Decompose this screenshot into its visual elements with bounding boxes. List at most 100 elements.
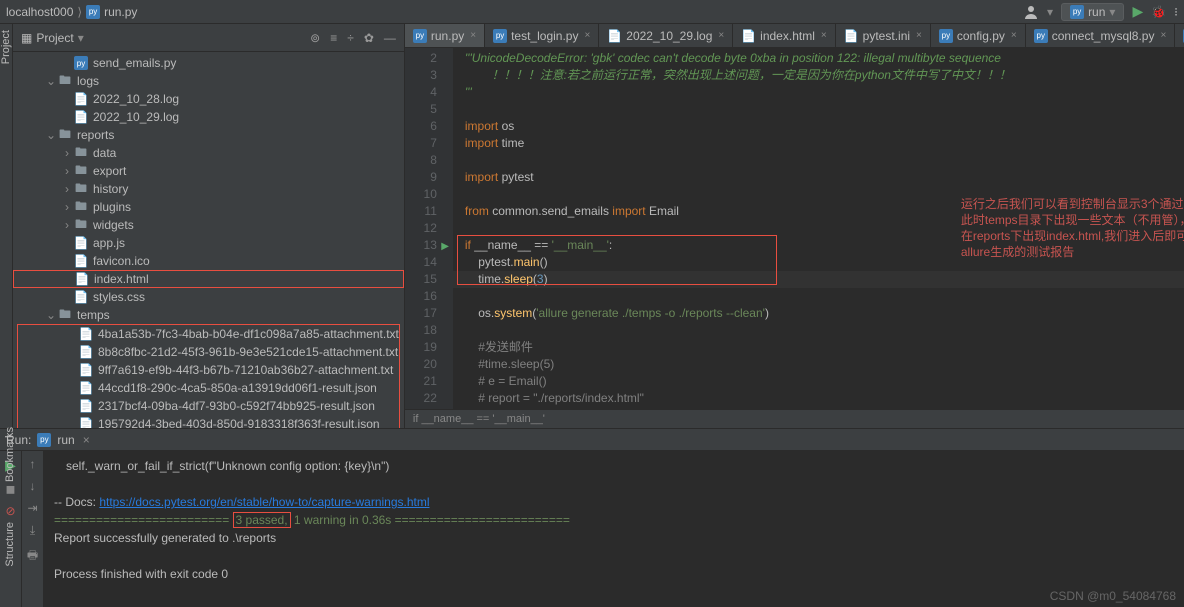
code-editor[interactable]: 运行之后我们可以看到控制台显示3个通过，同时此时temps目录下出现一些文本（不…	[453, 48, 1184, 409]
highlight-box	[457, 235, 777, 285]
code-line[interactable]: os.system('allure generate ./temps -o ./…	[453, 305, 1184, 322]
editor-tab[interactable]: pytest_login.py×	[485, 24, 599, 47]
run-config-name: run	[57, 433, 74, 447]
structure-tab[interactable]: Structure	[4, 522, 16, 567]
tree-folder[interactable]: ⌄🖿logs	[13, 72, 404, 90]
top-toolbar: localhost000 ⟩ py run.py ▾ py run ▾ ▶ 🐞 …	[0, 0, 1184, 24]
tree-folder[interactable]: ›🖿widgets	[13, 216, 404, 234]
tree-file[interactable]: 📄app.js	[13, 234, 404, 252]
tree-file[interactable]: 📄4ba1a53b-7fc3-4bab-b04e-df1c098a7a85-at…	[18, 325, 399, 343]
dropdown-icon[interactable]: ▾	[1047, 5, 1053, 19]
line-gutter: 2345678910111213▶141516171819202122	[405, 48, 453, 409]
editor-tab[interactable]: pyconnect_mysql8.py×	[1026, 24, 1176, 47]
tree-file[interactable]: 📄9ff7a619-ef9b-44f3-b67b-71210ab36b27-at…	[18, 361, 399, 379]
left-tool-strip: Project	[0, 24, 13, 428]
tree-label: temps	[77, 308, 110, 322]
run-icon[interactable]: ▶	[1132, 3, 1143, 20]
tree-file[interactable]: 📄44ccd1f8-290c-4ca5-850a-a13919dd06f1-re…	[18, 379, 399, 397]
editor-tabs: pyrun.py×pytest_login.py×📄2022_10_29.log…	[405, 24, 1184, 48]
down-icon[interactable]: ↓	[30, 479, 36, 493]
tree-file[interactable]: 📄 2022_10_28.log	[13, 90, 404, 108]
tree-label: data	[93, 146, 116, 160]
docs-link[interactable]: https://docs.pytest.org/en/stable/how-to…	[99, 495, 429, 509]
project-panel: ▦ Project ▾ ⊚ ≡ ÷ ✿ — pysend_emails.py⌄🖿…	[13, 24, 405, 428]
tree-folder[interactable]: ›🖿history	[13, 180, 404, 198]
file-icon: 📄	[78, 399, 94, 413]
tree-file[interactable]: 📄favicon.ico	[13, 252, 404, 270]
code-line[interactable]: '''	[453, 84, 1184, 101]
scroll-icon[interactable]: ⤓	[30, 523, 35, 538]
breadcrumb-sep: ⟩	[77, 5, 82, 19]
code-line[interactable]: #发送邮件	[453, 339, 1184, 356]
tree-folder[interactable]: ⌄🖿reports	[13, 126, 404, 144]
close-icon[interactable]: ×	[1011, 30, 1017, 41]
code-line[interactable]: import time	[453, 135, 1184, 152]
up-icon[interactable]: ↑	[30, 457, 36, 471]
code-line[interactable]	[453, 322, 1184, 339]
editor-tab[interactable]: pyconfig.py×	[931, 24, 1026, 47]
code-line[interactable]: import os	[453, 118, 1184, 135]
code-line[interactable]: # e = Email()	[453, 373, 1184, 390]
close-icon[interactable]: ×	[1160, 30, 1166, 41]
more-icon[interactable]: ⁝	[1174, 5, 1178, 19]
tree-file[interactable]: 📄styles.css	[13, 288, 404, 306]
bookmarks-tab[interactable]: Bookmarks	[4, 427, 16, 482]
tree-folder[interactable]: ›🖿plugins	[13, 198, 404, 216]
tree-label: 195792d4-3bed-403d-850d-9183318f363f-res…	[98, 417, 380, 428]
close-icon[interactable]: ×	[916, 30, 922, 41]
code-line[interactable]	[453, 101, 1184, 118]
hide-icon[interactable]: —	[384, 31, 396, 45]
close-icon[interactable]: ×	[584, 30, 590, 41]
tree-file[interactable]: 📄195792d4-3bed-403d-850d-9183318f363f-re…	[18, 415, 399, 428]
output-line: Report successfully generated to .\repor…	[54, 529, 1174, 547]
output-line: ========================= 3 passed, 1 wa…	[54, 511, 1174, 529]
collapse-icon[interactable]: ≡	[330, 31, 337, 45]
tree-folder[interactable]: ⌄🖿temps	[13, 306, 404, 324]
tree-label: 2022_10_28.log	[93, 92, 179, 106]
editor-tab[interactable]: 📄pytest.ini×	[836, 24, 931, 47]
close-icon[interactable]: ×	[718, 30, 724, 41]
file-icon: 📄	[78, 345, 94, 359]
tree-folder[interactable]: ›🖿export	[13, 162, 404, 180]
code-line[interactable]	[453, 288, 1184, 305]
editor-tab[interactable]: 📄index.html×	[733, 24, 836, 47]
tree-label: 2317bcf4-09ba-4df7-93b0-c592f74bb925-res…	[98, 399, 375, 413]
file-icon: 📄	[73, 290, 89, 304]
expand-icon[interactable]: ÷	[347, 31, 354, 45]
python-icon: py	[493, 29, 507, 43]
code-line[interactable]: '''UnicodeDecodeError: 'gbk' codec can't…	[453, 50, 1184, 67]
user-icon[interactable]	[1023, 4, 1039, 20]
folder-icon: 🖿	[73, 200, 89, 214]
code-line[interactable]: # report = "./reports/index.html"	[453, 390, 1184, 407]
close-icon[interactable]: ×	[821, 30, 827, 41]
tree-file[interactable]: 📄 2317bcf4-09ba-4df7-93b0-c592f74bb925-re…	[18, 397, 399, 415]
tree-file[interactable]: 📄index.html	[13, 270, 404, 288]
run-config-selector[interactable]: py run ▾	[1061, 3, 1124, 21]
project-tree[interactable]: pysend_emails.py⌄🖿logs 📄 2022_10_28.log 📄20…	[13, 52, 404, 428]
tree-file[interactable]: 📄2022_10_29.log	[13, 108, 404, 126]
project-tool-tab[interactable]: Project	[0, 30, 12, 64]
file-icon: 📄	[73, 92, 89, 106]
wrap-icon[interactable]: ⇥	[27, 501, 37, 515]
code-line[interactable]: ！！！！注意:若之前运行正常，突然出现上述问题，一定是因为你在python文件中…	[453, 67, 1184, 84]
tree-file[interactable]: 📄 8b8c8fbc-21d2-45f3-961b-9e3e521cde15-at…	[18, 343, 399, 361]
python-icon: py	[73, 56, 89, 70]
code-line[interactable]	[453, 152, 1184, 169]
breadcrumb-item[interactable]: localhost000	[6, 5, 73, 19]
editor-tab[interactable]: pyrun.py×	[405, 24, 485, 47]
target-icon[interactable]: ⊚	[310, 31, 320, 45]
tree-label: 8b8c8fbc-21d2-45f3-961b-9e3e521cde15-att…	[98, 345, 398, 359]
tree-label: widgets	[93, 218, 134, 232]
tree-file[interactable]: pysend_emails.py	[13, 54, 404, 72]
debug-icon[interactable]: 🐞	[1151, 5, 1166, 19]
editor-tab[interactable]: pylogger.py×	[1175, 24, 1184, 47]
console-output[interactable]: self._warn_or_fail_if_strict(f"Unknown c…	[44, 451, 1184, 607]
tree-folder[interactable]: ›🖿data	[13, 144, 404, 162]
code-line[interactable]: import pytest	[453, 169, 1184, 186]
settings-icon[interactable]: ✿	[364, 31, 374, 45]
code-line[interactable]: #time.sleep(5)	[453, 356, 1184, 373]
editor-tab[interactable]: 📄2022_10_29.log×	[599, 24, 733, 47]
print-icon[interactable]: 🖶	[27, 546, 38, 567]
close-icon[interactable]: ×	[470, 30, 476, 41]
breadcrumb-item[interactable]: run.py	[104, 5, 137, 19]
